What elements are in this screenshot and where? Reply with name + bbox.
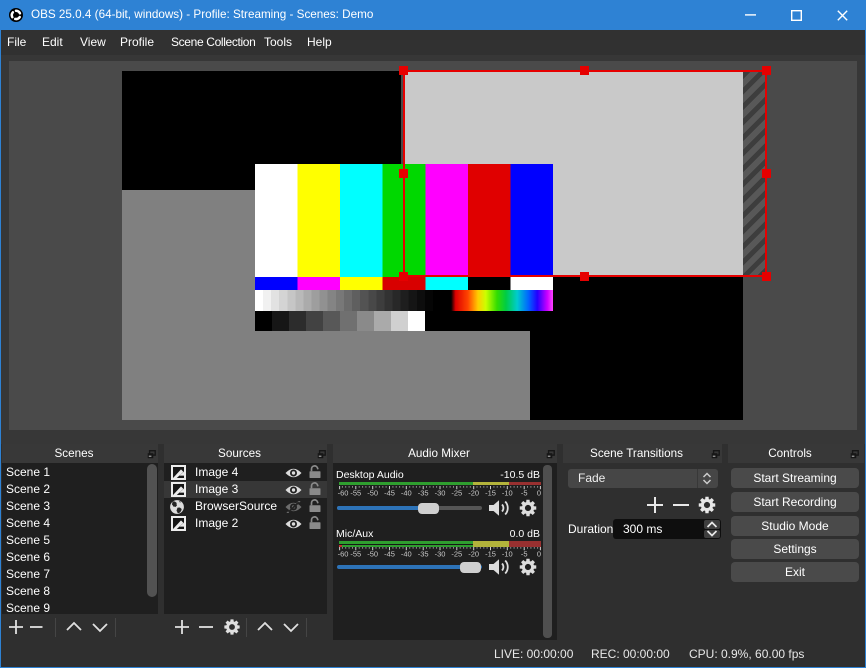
svg-text:-60: -60 [338,550,349,559]
svg-text:-40: -40 [401,550,412,559]
svg-text:-25: -25 [451,488,462,497]
svg-text:-35: -35 [418,550,429,559]
svg-text:-40: -40 [401,488,412,497]
svg-text:-15: -15 [485,488,496,497]
svg-text:-50: -50 [367,550,378,559]
svg-text:-10: -10 [502,488,513,497]
svg-text:-20: -20 [468,550,479,559]
svg-text:0: 0 [537,488,541,497]
svg-text:-35: -35 [418,488,429,497]
svg-text:-60: -60 [338,488,349,497]
svg-text:-50: -50 [367,488,378,497]
svg-text:-30: -30 [435,550,446,559]
svg-text:-20: -20 [468,488,479,497]
svg-text:-45: -45 [384,550,395,559]
svg-text:-5: -5 [521,488,528,497]
svg-text:-30: -30 [435,488,446,497]
svg-text:-55: -55 [350,488,361,497]
svg-text:-45: -45 [384,488,395,497]
svg-text:-55: -55 [350,550,361,559]
svg-text:0: 0 [537,550,541,559]
svg-text:-25: -25 [451,550,462,559]
